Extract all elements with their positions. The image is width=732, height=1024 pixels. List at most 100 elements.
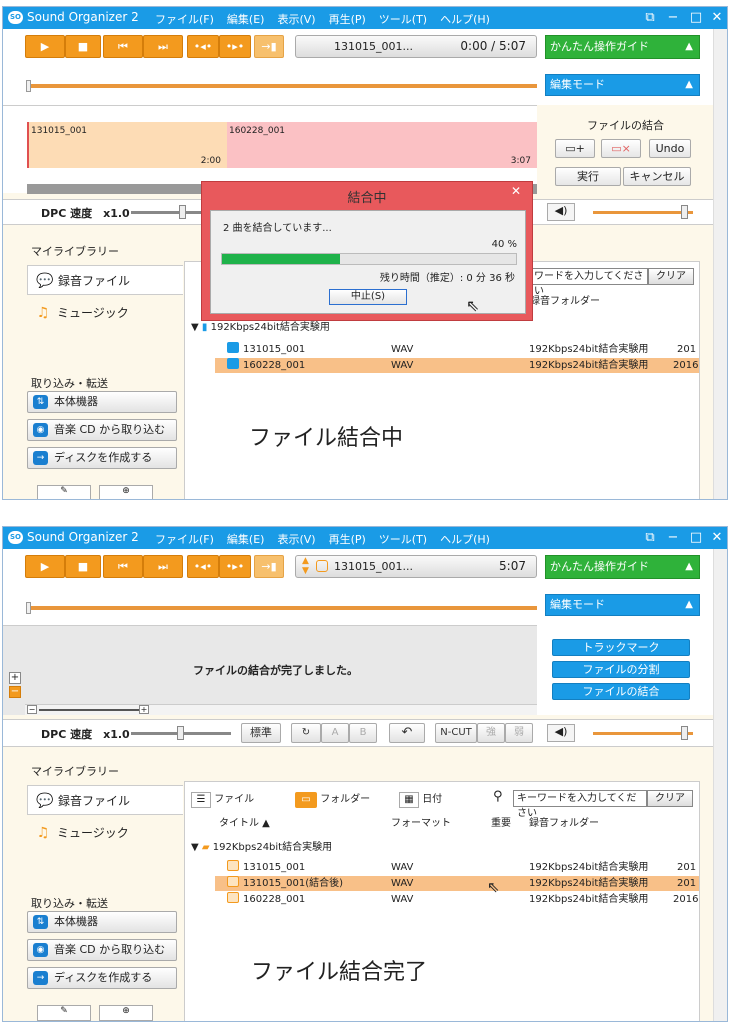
compact-icon[interactable]: ⧉ bbox=[640, 529, 660, 547]
waveform-area[interactable]: ファイルの結合が完了しました。 + − − + bbox=[3, 625, 537, 715]
column-important[interactable]: 重要 bbox=[491, 814, 511, 829]
split-file-button[interactable]: ファイルの分割 bbox=[552, 661, 690, 678]
speed-slider-thumb[interactable] bbox=[179, 205, 186, 219]
add-folder-button[interactable]: ⊕ bbox=[99, 485, 153, 499]
menu-edit[interactable]: 編集(E) bbox=[227, 531, 265, 547]
segment-1[interactable]: 131015_001 2:00 bbox=[27, 122, 227, 168]
search-input[interactable]: キーワードを入力してください bbox=[513, 790, 647, 819]
menu-file[interactable]: ファイル(F) bbox=[155, 531, 214, 547]
play-button[interactable]: ▶ bbox=[25, 35, 65, 58]
zoom-in-button[interactable]: + bbox=[9, 672, 21, 684]
view-folder-tab[interactable]: ▭ フォルダー bbox=[295, 790, 370, 808]
play-button[interactable]: ▶ bbox=[25, 555, 65, 578]
undo-arrow-icon[interactable]: ↶ bbox=[389, 723, 425, 743]
edit-mode-button[interactable]: 編集モード ▲ bbox=[545, 594, 700, 616]
speed-slider-thumb[interactable] bbox=[177, 726, 184, 740]
table-row[interactable]: 131015_001(結合後) WAV 192Kbps24bit結合実験用 20… bbox=[215, 876, 699, 891]
seek-thumb[interactable] bbox=[26, 602, 31, 614]
table-row[interactable]: 131015_001 WAV 192Kbps24bit結合実験用 201 bbox=[215, 342, 699, 357]
scroll-zoom-out[interactable]: − bbox=[27, 705, 37, 714]
minimize-icon[interactable]: − bbox=[663, 9, 683, 27]
edit-note-button[interactable]: ✎ bbox=[37, 485, 91, 499]
prev-button[interactable]: ⏮ bbox=[103, 555, 143, 578]
sidebar-item-recorded[interactable]: 💬 録音ファイル bbox=[27, 785, 183, 815]
seek-thumb[interactable] bbox=[26, 80, 31, 92]
volume-icon[interactable]: ◀) bbox=[547, 724, 575, 742]
edit-mode-button[interactable]: 編集モード ▲ bbox=[545, 74, 700, 96]
search-input[interactable]: ワードを入力してください bbox=[530, 268, 648, 297]
compact-icon[interactable]: ⧉ bbox=[640, 9, 660, 27]
a-point-button[interactable]: A bbox=[321, 723, 349, 743]
device-button[interactable]: ⇅ 本体機器 bbox=[27, 391, 177, 413]
mark-button[interactable]: →▮ bbox=[254, 35, 284, 58]
table-row[interactable]: 160228_001 WAV 192Kbps24bit結合実験用 2016 bbox=[215, 358, 699, 373]
stop-button[interactable]: ■ bbox=[65, 555, 101, 578]
guide-button[interactable]: かんたん操作ガイド ▲ bbox=[545, 35, 700, 59]
speed-slider[interactable] bbox=[131, 211, 201, 214]
prev-button[interactable]: ⏮ bbox=[103, 35, 143, 58]
column-format[interactable]: フォーマット bbox=[391, 814, 451, 829]
window-scrollbar[interactable] bbox=[713, 29, 727, 499]
ncut-strong-button[interactable]: 強 bbox=[477, 723, 505, 743]
forward-button[interactable]: •▸• bbox=[219, 555, 251, 578]
ab-repeat-icon[interactable]: ↻ bbox=[291, 723, 321, 743]
ncut-weak-button[interactable]: 弱 bbox=[505, 723, 533, 743]
seek-bar[interactable] bbox=[27, 606, 537, 610]
zoom-out-button[interactable]: − bbox=[9, 686, 21, 698]
next-button[interactable]: ⏭ bbox=[143, 35, 183, 58]
cd-import-button[interactable]: ◉ 音楽 CD から取り込む bbox=[27, 419, 177, 441]
menu-view[interactable]: 表示(V) bbox=[277, 11, 315, 27]
folder-node[interactable]: ▼ ▰ 192Kbps24bit結合実験用 bbox=[191, 838, 332, 853]
rewind-button[interactable]: •◂• bbox=[187, 35, 219, 58]
menu-play[interactable]: 再生(P) bbox=[329, 531, 366, 547]
volume-icon[interactable]: ◀) bbox=[547, 203, 575, 221]
menu-edit[interactable]: 編集(E) bbox=[227, 11, 265, 27]
volume-slider-thumb[interactable] bbox=[681, 726, 688, 740]
minimize-icon[interactable]: − bbox=[663, 529, 683, 547]
menu-tools[interactable]: ツール(T) bbox=[379, 11, 427, 27]
sidebar-item-music[interactable]: ♫ ミュージック bbox=[27, 298, 183, 328]
next-button[interactable]: ⏭ bbox=[143, 555, 183, 578]
track-switch-icon[interactable]: ▲ ▼ bbox=[302, 556, 309, 576]
volume-slider-thumb[interactable] bbox=[681, 205, 688, 219]
track-mark-button[interactable]: トラックマーク bbox=[552, 639, 690, 656]
device-button[interactable]: ⇅ 本体機器 bbox=[27, 911, 177, 933]
close-icon[interactable]: ✕ bbox=[707, 9, 727, 27]
b-point-button[interactable]: B bbox=[349, 723, 377, 743]
clear-button[interactable]: クリア bbox=[647, 790, 693, 807]
scroll-track[interactable] bbox=[39, 709, 139, 711]
table-row[interactable]: 131015_001 WAV 192Kbps24bit結合実験用 201 bbox=[215, 860, 699, 875]
volume-slider[interactable] bbox=[593, 211, 693, 214]
maximize-icon[interactable]: □ bbox=[686, 529, 706, 547]
n-cut-button[interactable]: N-CUT bbox=[435, 723, 477, 743]
sidebar-item-recorded[interactable]: 💬 録音ファイル bbox=[27, 265, 183, 295]
segment-2[interactable]: 160228_001 3:07 bbox=[227, 122, 537, 168]
menu-view[interactable]: 表示(V) bbox=[277, 531, 315, 547]
add-file-button[interactable]: ▭+ bbox=[555, 139, 595, 158]
menu-help[interactable]: ヘルプ(H) bbox=[440, 11, 490, 27]
make-disc-button[interactable]: → ディスクを作成する bbox=[27, 447, 177, 469]
waveform-area[interactable]: 131015_001 2:00 160228_001 3:07 bbox=[3, 105, 537, 194]
window-scrollbar[interactable] bbox=[713, 549, 727, 1021]
menu-tools[interactable]: ツール(T) bbox=[379, 531, 427, 547]
sidebar-item-music[interactable]: ♫ ミュージック bbox=[27, 818, 183, 848]
add-folder-button[interactable]: ⊕ bbox=[99, 1005, 153, 1021]
combine-file-button[interactable]: ファイルの結合 bbox=[552, 683, 690, 700]
undo-button[interactable]: Undo bbox=[649, 139, 691, 158]
abort-button[interactable]: 中止(S) bbox=[329, 289, 407, 305]
mark-button[interactable]: →▮ bbox=[254, 555, 284, 578]
clear-button[interactable]: クリア bbox=[648, 268, 694, 285]
view-date-tab[interactable]: ▦ 日付 bbox=[399, 790, 442, 808]
maximize-icon[interactable]: □ bbox=[686, 9, 706, 27]
column-folder[interactable]: 録音フォルダー bbox=[529, 814, 599, 829]
volume-slider[interactable] bbox=[593, 732, 693, 735]
search-icon[interactable]: ⚲ bbox=[493, 789, 503, 804]
standard-speed-button[interactable]: 標準 bbox=[241, 723, 281, 743]
remove-file-button[interactable]: ▭× bbox=[601, 139, 641, 158]
column-folder[interactable]: 録音フォルダー bbox=[530, 292, 600, 307]
cd-import-button[interactable]: ◉ 音楽 CD から取り込む bbox=[27, 939, 177, 961]
guide-button[interactable]: かんたん操作ガイド ▲ bbox=[545, 555, 700, 579]
make-disc-button[interactable]: → ディスクを作成する bbox=[27, 967, 177, 989]
dialog-close-icon[interactable]: ✕ bbox=[506, 184, 526, 202]
execute-button[interactable]: 実行 bbox=[555, 167, 621, 186]
